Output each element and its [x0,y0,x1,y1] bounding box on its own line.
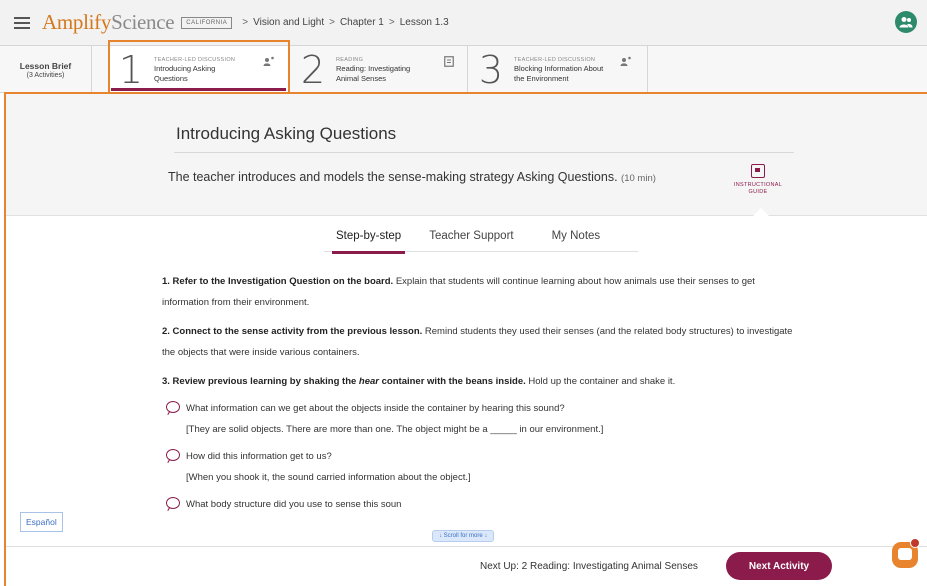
activity-title: Reading: Investigating [336,63,411,73]
lesson-brief-tab[interactable]: Lesson Brief (3 Activities) [0,46,92,93]
tab-teacher-support[interactable]: Teacher Support [429,230,513,252]
teacher-discussion-icon [620,56,631,66]
breadcrumb: > Vision and Light > Chapter 1 > Lesson … [237,17,448,28]
next-activity-button[interactable]: Next Activity [726,552,832,580]
breadcrumb-lesson[interactable]: Lesson 1.3 [400,17,449,28]
question-text: What body structure did you use to sense… [186,499,402,510]
step-list: 1. Refer to the Investigation Question o… [162,271,802,515]
lesson-brief-label: Lesson Brief [19,60,72,71]
speech-bubble-icon [166,401,180,413]
speech-bubble-icon [166,449,180,461]
page-title: Introducing Asking Questions [176,124,397,143]
activity-title: the Environment [514,73,569,83]
tab-my-notes[interactable]: My Notes [552,230,601,252]
chat-icon[interactable] [890,538,920,572]
breadcrumb-separator: > [329,17,335,28]
activity-description: The teacher introduces and models the se… [168,170,656,184]
next-up-label: Next Up: 2 Reading: Investigating Animal… [480,561,698,572]
speech-bubble-icon [166,497,180,509]
footer-bar: Next Up: 2 Reading: Investigating Animal… [6,546,927,586]
activity-title: Blocking Information About [514,63,604,73]
step-item: 2. Connect to the sense activity from th… [162,326,793,358]
activity-title: Introducing Asking [154,63,216,73]
activity-duration: (10 min) [621,173,656,184]
brand-logo[interactable]: AmplifyScience [42,10,175,35]
activity-header: Introducing Asking Questions The teacher… [6,94,927,216]
content-tabs: Step-by-step Teacher Support My Notes [324,230,638,254]
users-icon [899,17,913,28]
book-icon [444,56,454,67]
activity-type: TEACHER-LED DISCUSSION [514,56,596,63]
lesson-brief-count: (3 Activities) [26,71,65,79]
activity-panel: Introducing Asking Questions The teacher… [4,92,927,586]
menu-icon[interactable] [14,16,30,29]
activity-tabs: Lesson Brief (3 Activities) 1 TEACHER-LE… [0,46,927,93]
breadcrumb-chapter[interactable]: Chapter 1 [340,17,384,28]
step-item: 1. Refer to the Investigation Question o… [162,276,755,308]
expected-answer: [When you shook it, the sound carried in… [186,472,471,483]
activity-content[interactable]: Step-by-step Teacher Support My Notes 1.… [6,216,927,546]
activity-tab-3[interactable]: 3 TEACHER-LED DISCUSSION Blocking Inform… [468,46,648,93]
activity-number: 3 [478,47,504,92]
top-bar: AmplifyScience CALIFORNIA > Vision and L… [0,0,927,46]
activity-tab-1[interactable]: 1 TEACHER-LED DISCUSSION Introducing Ask… [108,46,290,93]
activity-title: Questions [154,73,188,83]
activity-number: 2 [300,47,326,92]
discussion-question: What information can we get about the ob… [162,398,802,440]
question-text: How did this information get to us? [186,451,332,462]
user-avatar[interactable] [895,11,917,33]
guide-caret-icon [753,208,769,216]
activity-tab-2[interactable]: 2 READING Reading: Investigating Animal … [290,46,468,93]
question-text: What information can we get about the ob… [186,403,565,414]
scroll-for-more-button[interactable]: ↓ Scroll for more ↓ [432,530,495,542]
instructional-guide-button[interactable]: INSTRUCTIONAL GUIDE [728,164,788,196]
discussion-question: What body structure did you use to sense… [162,494,802,515]
active-tab-indicator [111,88,286,91]
guide-icon [751,164,765,178]
activity-type: READING [336,56,364,63]
state-badge: CALIFORNIA [181,16,233,29]
breadcrumb-separator: > [388,17,395,28]
step-item: 3. Review previous learning by shaking t… [162,376,676,387]
tab-step-by-step[interactable]: Step-by-step [331,230,406,254]
expected-answer: [They are solid objects. There are more … [186,424,604,435]
breadcrumb-separator: > [242,17,249,28]
title-divider [174,152,794,153]
teacher-discussion-icon [263,56,274,66]
espanol-button[interactable]: Español [20,512,63,532]
notification-dot [910,538,920,548]
discussion-question: How did this information get to us? [Whe… [162,446,802,488]
breadcrumb-unit[interactable]: Vision and Light [253,17,324,28]
activity-title: Animal Senses [336,73,387,83]
activity-type: TEACHER-LED DISCUSSION [154,56,236,63]
activity-number: 1 [118,47,144,92]
guide-label: INSTRUCTIONAL GUIDE [733,182,783,195]
